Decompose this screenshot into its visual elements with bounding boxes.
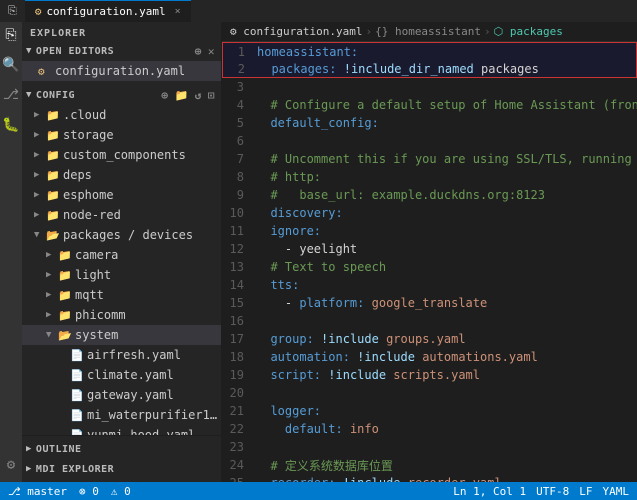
code-line-20: 20 bbox=[222, 384, 637, 402]
code-line-13: 13 # Text to speech bbox=[222, 258, 637, 276]
mdi-section: ▶ OUTLINE ▶ MDI EXPLORER bbox=[22, 435, 221, 482]
activity-bar: ⎘ 🔍 ⎇ 🐛 ⚙ bbox=[0, 22, 22, 482]
git-branch[interactable]: ⎇ master bbox=[8, 485, 67, 498]
code-line-8: 8 # http: bbox=[222, 168, 637, 186]
title-bar: ⎘ ⚙ configuration.yaml × bbox=[0, 0, 637, 22]
code-line-18: 18 automation: !include automations.yaml bbox=[222, 348, 637, 366]
tree-item-camera[interactable]: ▶📁camera bbox=[22, 245, 221, 265]
open-editors-label: OPEN EDITORS bbox=[36, 46, 114, 57]
code-line-19: 19 script: !include scripts.yaml bbox=[222, 366, 637, 384]
language-mode[interactable]: YAML bbox=[603, 485, 630, 498]
activity-debug-icon[interactable]: 🐛 bbox=[2, 116, 20, 134]
tree-item-phicomm[interactable]: ▶📁phicomm bbox=[22, 305, 221, 325]
code-line-12: 12 - yeelight bbox=[222, 240, 637, 258]
breadcrumb-file: ⚙ configuration.yaml bbox=[230, 25, 362, 38]
code-line-24: 24 # 定义系统数据库位置 bbox=[222, 456, 637, 474]
code-editor[interactable]: 1 homeassistant: 2 packages: !include_di… bbox=[222, 42, 637, 482]
sidebar-tree: ▶📁.cloud ▶📁storage ▶📁custom_components ▶… bbox=[22, 105, 221, 435]
tree-item-esphome[interactable]: ▶📁esphome bbox=[22, 185, 221, 205]
open-editors-header[interactable]: ▼ OPEN EDITORS ⊕ ✕ bbox=[22, 41, 221, 61]
explorer-section-header: EXPLORER bbox=[22, 22, 221, 41]
breadcrumb-packages: ⬡ packages bbox=[494, 25, 563, 38]
tree-item-climate[interactable]: 📄climate.yaml bbox=[22, 365, 221, 385]
code-line-6: 6 bbox=[222, 132, 637, 150]
tree-item-yunmi-hood[interactable]: 📄yunmi_hood.yaml bbox=[22, 425, 221, 435]
activity-files-icon[interactable]: ⎘ bbox=[2, 26, 20, 44]
code-line-1: 1 homeassistant: bbox=[222, 42, 637, 60]
code-line-2: 2 packages: !include_dir_named packages bbox=[222, 60, 637, 78]
save-all-button[interactable]: ⊕ bbox=[193, 44, 204, 59]
outline-header[interactable]: ▶ OUTLINE bbox=[22, 439, 221, 459]
config-arrow: ▼ bbox=[26, 90, 32, 100]
tree-item-node-red[interactable]: ▶📁node-red bbox=[22, 205, 221, 225]
new-folder-button[interactable]: 📁 bbox=[173, 88, 191, 103]
code-line-23: 23 bbox=[222, 438, 637, 456]
code-line-21: 21 logger: bbox=[222, 402, 637, 420]
code-line-11: 11 ignore: bbox=[222, 222, 637, 240]
tree-item-mqtt[interactable]: ▶📁mqtt bbox=[22, 285, 221, 305]
editor-tab[interactable]: ⚙ configuration.yaml × bbox=[25, 0, 191, 22]
line-col[interactable]: Ln 1, Col 1 bbox=[453, 485, 526, 498]
code-line-16: 16 bbox=[222, 312, 637, 330]
yaml-icon: ⚙ bbox=[38, 65, 52, 78]
tree-item-airfresh[interactable]: 📄airfresh.yaml bbox=[22, 345, 221, 365]
activity-extensions-icon[interactable]: ⚙ bbox=[2, 456, 20, 474]
yaml-file-icon: ⚙ bbox=[35, 5, 42, 18]
editor-area: ⚙ configuration.yaml › {} homeassistant … bbox=[222, 22, 637, 482]
config-header[interactable]: ▼ CONFIG ⊕ 📁 ↺ ⊡ bbox=[22, 85, 221, 105]
activity-git-icon[interactable]: ⎇ bbox=[2, 86, 20, 104]
code-line-25: 25 recorder: !include recorder.yaml bbox=[222, 474, 637, 482]
status-bar: ⎇ master ⊗ 0 ⚠ 0 Ln 1, Col 1 UTF-8 LF YA… bbox=[0, 482, 637, 500]
tab-close-icon[interactable]: × bbox=[175, 6, 181, 17]
tree-item-custom-components[interactable]: ▶📁custom_components bbox=[22, 145, 221, 165]
sidebar: EXPLORER ▼ OPEN EDITORS ⊕ ✕ ⚙ configurat… bbox=[22, 22, 222, 482]
refresh-button[interactable]: ↺ bbox=[193, 88, 204, 103]
tree-item-storage[interactable]: ▶📁storage bbox=[22, 125, 221, 145]
close-all-button[interactable]: ✕ bbox=[206, 44, 217, 59]
activity-search-icon[interactable]: 🔍 bbox=[2, 56, 20, 74]
tab-filename: configuration.yaml bbox=[46, 5, 165, 18]
code-line-7: 7 # Uncomment this if you are using SSL/… bbox=[222, 150, 637, 168]
new-file-button[interactable]: ⊕ bbox=[159, 88, 170, 103]
code-line-9: 9 # base_url: example.duckdns.org:8123 bbox=[222, 186, 637, 204]
tree-item-system[interactable]: ▼📂system bbox=[22, 325, 221, 345]
code-line-5: 5 default_config: bbox=[222, 114, 637, 132]
tree-item-gateway[interactable]: 📄gateway.yaml bbox=[22, 385, 221, 405]
code-line-15: 15 - platform: google_translate bbox=[222, 294, 637, 312]
warning-count[interactable]: ⚠ 0 bbox=[111, 485, 131, 498]
tree-item-mi-water[interactable]: 📄mi_waterpurifier1_group.yaml bbox=[22, 405, 221, 425]
error-count[interactable]: ⊗ 0 bbox=[79, 485, 99, 498]
line-ending[interactable]: LF bbox=[579, 485, 592, 498]
open-editor-item[interactable]: ⚙ configuration.yaml bbox=[22, 61, 221, 81]
tree-item-packages-devices[interactable]: ▼📂packages / devices bbox=[22, 225, 221, 245]
file-encoding[interactable]: UTF-8 bbox=[536, 485, 569, 498]
title-explorer-label: ⎘ bbox=[8, 4, 17, 18]
config-label: CONFIG bbox=[36, 90, 75, 101]
code-line-22: 22 default: info bbox=[222, 420, 637, 438]
outline-label: OUTLINE bbox=[36, 444, 82, 455]
tree-item-cloud[interactable]: ▶📁.cloud bbox=[22, 105, 221, 125]
collapse-button[interactable]: ⊡ bbox=[206, 88, 217, 103]
breadcrumb-homeassistant: {} homeassistant bbox=[375, 25, 481, 38]
code-line-4: 4 # Configure a default setup of Home As… bbox=[222, 96, 637, 114]
tree-item-light[interactable]: ▶📁light bbox=[22, 265, 221, 285]
code-line-10: 10 discovery: bbox=[222, 204, 637, 222]
breadcrumb: ⚙ configuration.yaml › {} homeassistant … bbox=[222, 22, 637, 42]
mdi-label: MDI EXPLORER bbox=[36, 464, 114, 475]
code-line-14: 14 tts: bbox=[222, 276, 637, 294]
code-line-3: 3 bbox=[222, 78, 637, 96]
open-editor-filename: configuration.yaml bbox=[55, 64, 185, 78]
code-line-17: 17 group: !include groups.yaml bbox=[222, 330, 637, 348]
tree-item-deps[interactable]: ▶📁deps bbox=[22, 165, 221, 185]
mdi-header[interactable]: ▶ MDI EXPLORER bbox=[22, 459, 221, 479]
open-editors-arrow: ▼ bbox=[26, 46, 32, 56]
